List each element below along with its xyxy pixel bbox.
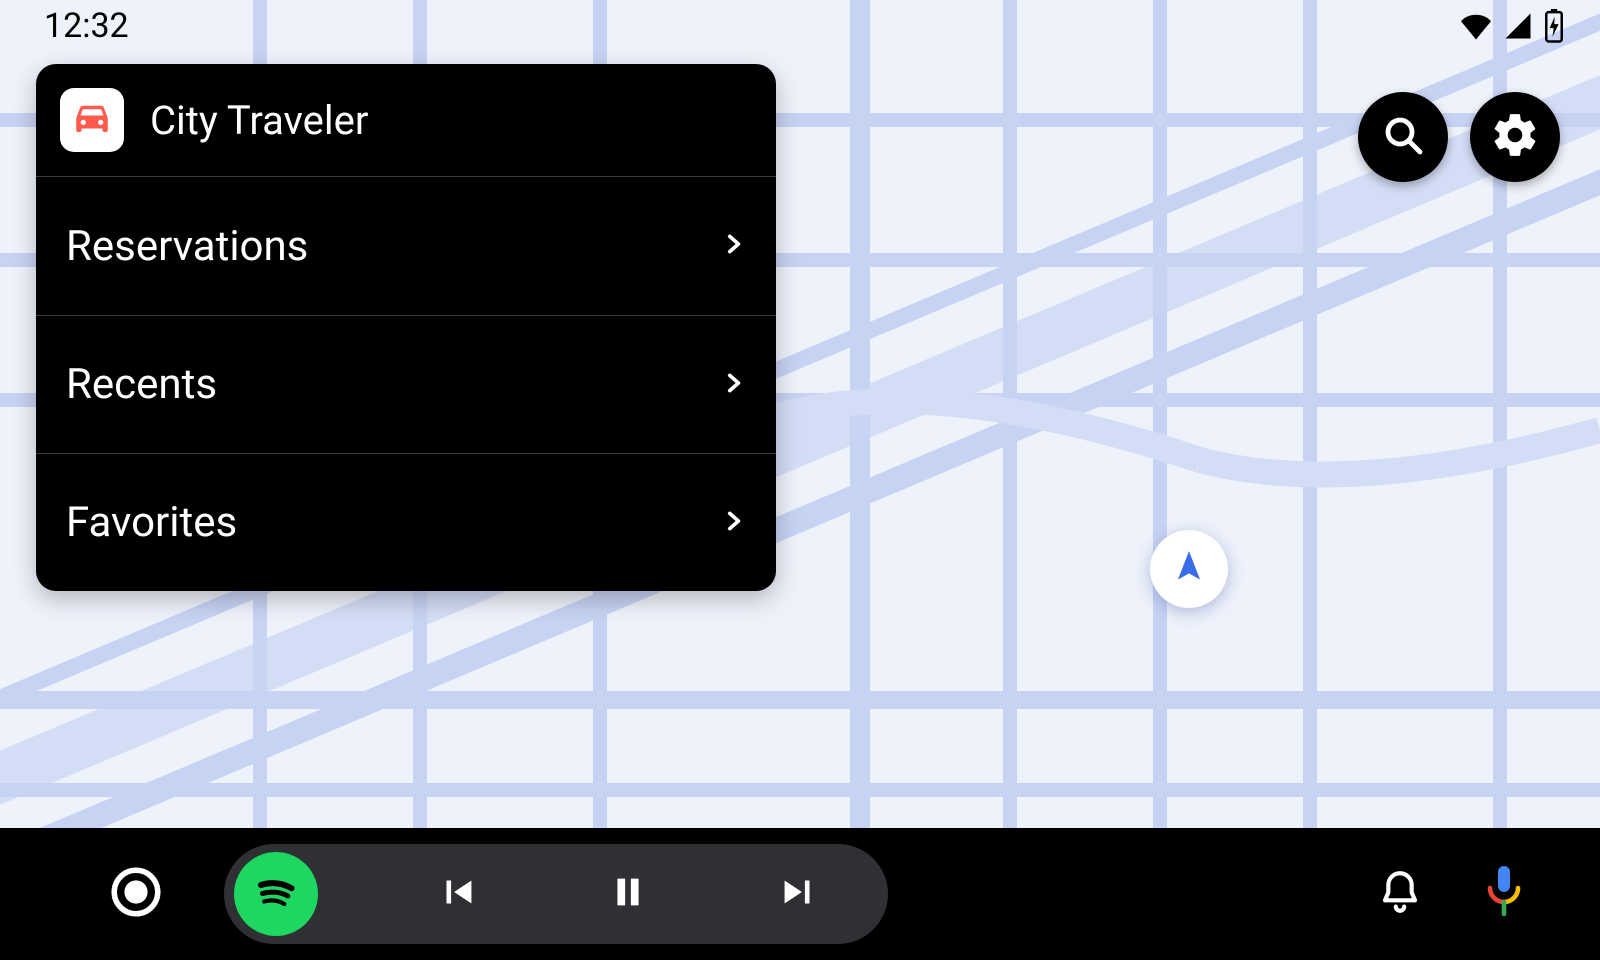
search-icon — [1379, 111, 1427, 163]
gear-icon — [1490, 110, 1540, 164]
notifications-icon — [1375, 867, 1425, 921]
status-bar: 12:32 — [0, 0, 1600, 52]
search-button[interactable] — [1358, 92, 1448, 182]
launcher-button[interactable] — [100, 858, 172, 930]
panel-list: Reservations Recents Favorites — [36, 177, 776, 591]
notifications-button[interactable] — [1364, 858, 1436, 930]
app-badge — [60, 88, 124, 152]
skip-previous-icon — [435, 869, 481, 919]
menu-item-recents[interactable]: Recents — [36, 315, 776, 453]
current-location-puck[interactable] — [1150, 530, 1228, 608]
menu-item-label: Reservations — [66, 222, 308, 271]
media-previous-button[interactable] — [428, 864, 488, 924]
cell-signal-icon — [1502, 11, 1534, 41]
battery-charging-icon — [1544, 9, 1564, 43]
menu-item-reservations[interactable]: Reservations — [36, 177, 776, 315]
app-title: City Traveler — [150, 97, 368, 144]
spotify-icon — [246, 862, 306, 926]
assistant-button[interactable] — [1468, 858, 1540, 930]
side-panel: City Traveler Reservations Recents Favor… — [36, 64, 776, 591]
skip-next-icon — [775, 869, 821, 919]
chevron-right-icon — [720, 501, 746, 545]
navigation-arrow-icon — [1170, 548, 1208, 590]
chevron-right-icon — [720, 363, 746, 407]
chevron-right-icon — [720, 224, 746, 268]
assistant-mic-icon — [1480, 862, 1528, 926]
bottom-bar — [0, 828, 1600, 960]
status-indicators — [1460, 9, 1564, 43]
media-pause-button[interactable] — [598, 864, 658, 924]
menu-item-label: Recents — [66, 360, 217, 409]
settings-button[interactable] — [1470, 92, 1560, 182]
menu-item-favorites[interactable]: Favorites — [36, 453, 776, 591]
wifi-icon — [1460, 11, 1492, 41]
car-icon — [71, 97, 113, 143]
map-action-buttons — [1358, 92, 1560, 182]
menu-item-label: Favorites — [66, 498, 237, 547]
launcher-icon — [107, 863, 165, 925]
panel-header: City Traveler — [36, 64, 776, 177]
media-app-button[interactable] — [234, 852, 318, 936]
media-next-button[interactable] — [768, 864, 828, 924]
media-pill — [224, 844, 888, 944]
status-time: 12:32 — [44, 6, 129, 46]
pause-icon — [605, 869, 651, 919]
